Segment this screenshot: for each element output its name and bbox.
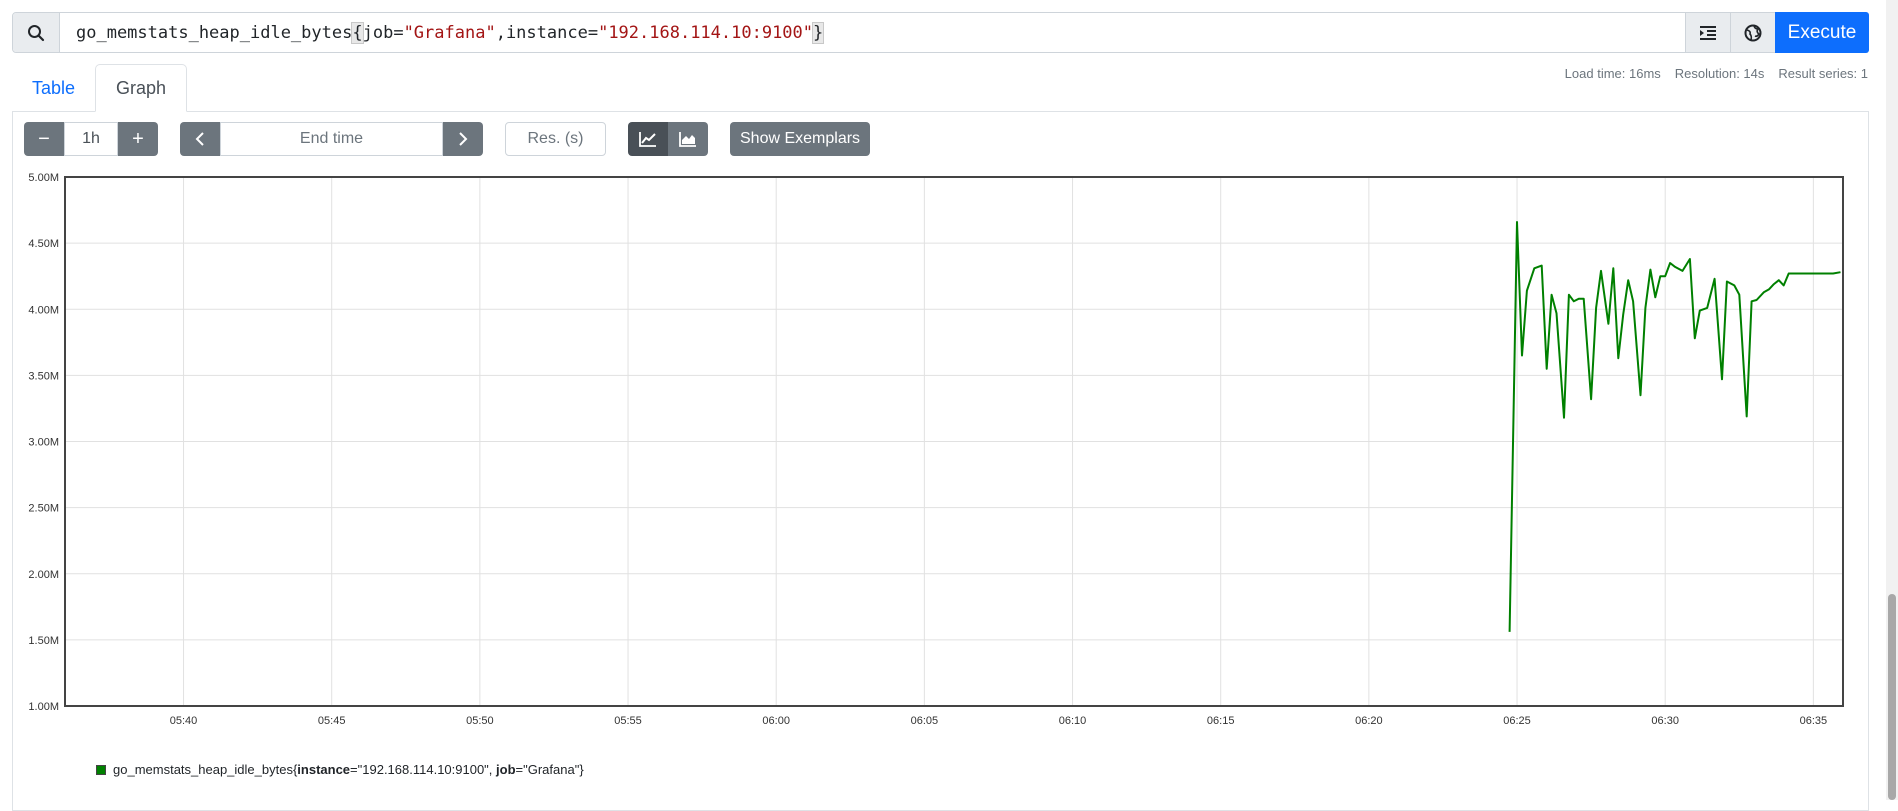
end-time-input[interactable]: End time (220, 122, 443, 156)
execute-button[interactable]: Execute (1775, 12, 1869, 53)
page-scrollbar[interactable] (1886, 0, 1898, 800)
x-tick-label: 06:25 (1503, 715, 1531, 727)
x-tick-label: 06:15 (1207, 715, 1235, 727)
search-icon (13, 13, 60, 52)
metrics-explorer-button[interactable] (1730, 13, 1775, 52)
tab-graph[interactable]: Graph (95, 64, 188, 112)
globe-icon (1744, 24, 1762, 41)
series-line (1508, 221, 1841, 632)
graph-controls: − 1h + End time Res. (s) Show Exemplars (12, 122, 871, 158)
expr-label1-eq: = (393, 22, 404, 43)
x-tick-label: 05:50 (466, 715, 494, 727)
resolution-stat: Resolution: 14s (1674, 66, 1765, 81)
graph-chart: 1.00M 1.50M 2.00M 2.50M 3.00M 3.50M 4.00M 4.50M… (28, 172, 1844, 727)
y-tick-label: 5.00M (28, 172, 59, 184)
legend-metric: go_memstats_heap_idle_bytes (113, 762, 293, 777)
y-tick-label: 2.50M (28, 503, 59, 515)
tab-table[interactable]: Table (12, 64, 95, 112)
range-input[interactable]: 1h (64, 122, 118, 156)
legend-close: } (579, 762, 584, 777)
y-tick-label: 4.50M (28, 238, 59, 250)
legend-key-job: job (496, 762, 516, 777)
load-time: Load time: 16ms (1564, 66, 1661, 81)
expr-label1-key: job (362, 22, 394, 43)
x-tick-label: 06:35 (1800, 715, 1828, 727)
x-tick-label: 06:05 (911, 715, 939, 727)
expr-label2-value: "192.168.114.10:9100" (598, 22, 814, 43)
legend-key-instance: instance (297, 762, 351, 777)
format-expression-button[interactable] (1685, 13, 1730, 52)
legend-value-instance: ="192.168.114.10:9100", (350, 762, 497, 777)
area-chart-icon (679, 132, 696, 147)
show-exemplars-button[interactable]: Show Exemplars (730, 122, 871, 156)
expr-label2-key: instance (505, 22, 588, 43)
x-tick-label: 06:20 (1355, 715, 1383, 727)
legend-item[interactable]: go_memstats_heap_idle_bytes{instance="19… (113, 762, 584, 777)
stacked-chart-button[interactable] (668, 122, 708, 156)
x-tick-label: 06:10 (1059, 715, 1087, 727)
y-tick-label: 2.00M (28, 569, 59, 581)
x-tick-label: 06:30 (1651, 715, 1679, 727)
query-stats: Load time: 16ms Resolution: 14s Result s… (1565, 66, 1868, 81)
x-tick-label: 05:55 (614, 715, 642, 727)
line-chart-icon (639, 132, 656, 147)
x-tick-label: 06:00 (762, 715, 790, 727)
chevron-left-icon (195, 132, 204, 146)
scrollbar-thumb[interactable] (1888, 594, 1896, 800)
expr-metric: go_memstats_heap_idle_bytes (76, 22, 353, 43)
expr-close-brace: } (811, 21, 825, 44)
result-series: Result series: 1 (1778, 66, 1868, 81)
y-tick-label: 4.00M (28, 304, 59, 316)
view-tabs: Table Graph (12, 64, 188, 112)
expr-label1-value: "Grafana" (403, 22, 496, 43)
later-button[interactable] (443, 122, 483, 156)
line-chart-button[interactable] (628, 122, 668, 156)
increase-range-button[interactable]: + (118, 122, 158, 156)
decrease-range-button[interactable]: − (24, 122, 64, 156)
expr-comma: , (495, 22, 506, 43)
x-tick-label: 05:40 (170, 715, 198, 727)
y-tick-label: 1.50M (28, 635, 59, 647)
expression-input[interactable]: go_memstats_heap_idle_bytes{job = "Grafana… (60, 13, 1685, 52)
legend-value-job: ="Grafana" (515, 762, 580, 777)
legend: go_memstats_heap_idle_bytes{instance="19… (96, 762, 584, 777)
x-tick-label: 05:45 (318, 715, 346, 727)
legend-swatch[interactable] (96, 764, 106, 775)
resolution-input[interactable]: Res. (s) (505, 122, 606, 156)
indent-icon (1700, 25, 1716, 40)
y-tick-label: 3.00M (28, 437, 59, 449)
y-tick-label: 1.00M (28, 701, 59, 713)
query-bar: go_memstats_heap_idle_bytes{job = "Grafana… (12, 12, 1869, 53)
chevron-right-icon (459, 132, 468, 146)
expr-open-brace: { (351, 21, 364, 44)
y-tick-label: 3.50M (28, 370, 59, 382)
expr-label2-eq: = (587, 22, 599, 43)
earlier-button[interactable] (180, 122, 220, 156)
